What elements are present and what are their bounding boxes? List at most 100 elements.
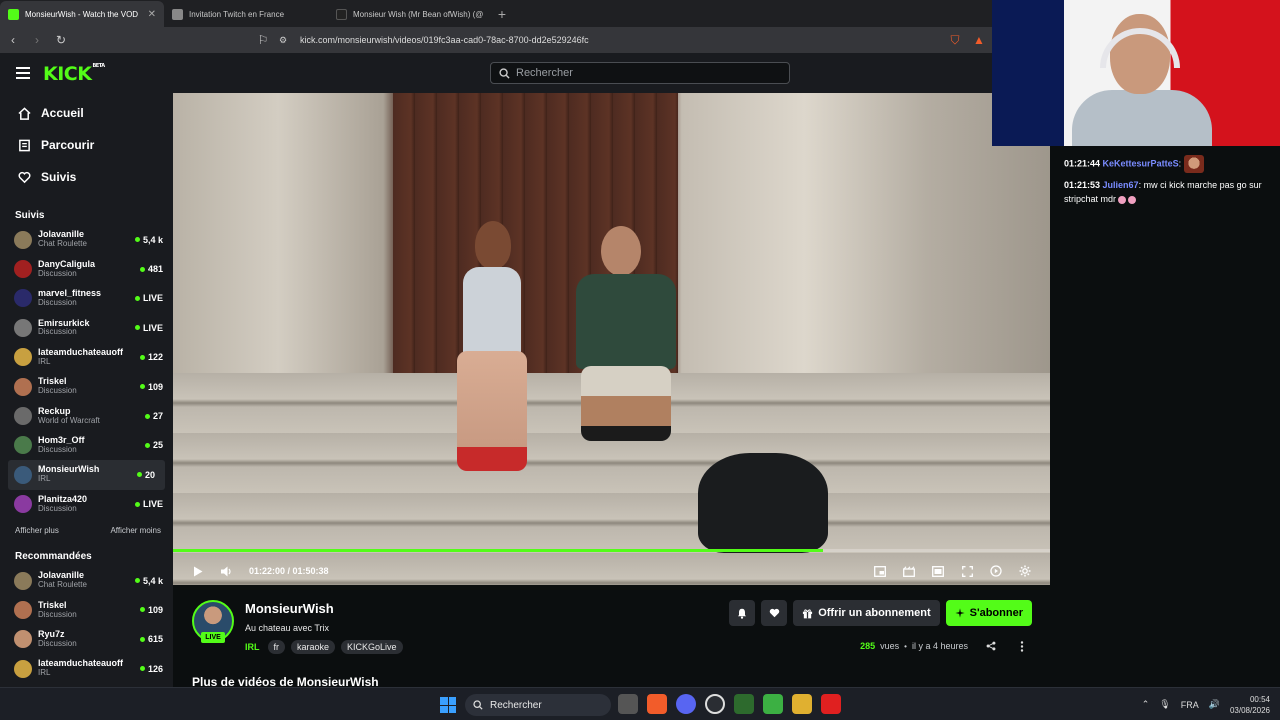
- sidebar-channel-item[interactable]: lateamduchateauoff IRL 122: [0, 343, 173, 372]
- rewards-icon[interactable]: ▲: [972, 33, 986, 47]
- channel-name: Ryu7z: [38, 630, 65, 640]
- fullscreen-icon[interactable]: [960, 564, 974, 578]
- chat-username[interactable]: Julien67: [1103, 180, 1139, 190]
- live-dot-icon: [144, 442, 150, 448]
- sidebar-channel-item[interactable]: Jolavanille Chat Roulette 5,4 k: [0, 225, 173, 254]
- kick-logo[interactable]: KICKBETA: [43, 63, 105, 85]
- screen: MonsieurWish - Watch the VOD ✕ Invitatio…: [0, 0, 1280, 720]
- windows-start-icon[interactable]: [440, 697, 456, 713]
- sidebar-channel-item[interactable]: Planitza420 Discussion LIVE: [0, 490, 173, 519]
- viewer-count: 27: [152, 411, 163, 422]
- channel-category: IRL: [38, 357, 51, 366]
- task-view-icon[interactable]: [618, 694, 638, 714]
- more-options-icon[interactable]: [1020, 641, 1024, 655]
- sidebar-channel-item[interactable]: Ryu7z Discussion 615: [0, 625, 173, 654]
- channel-name: marvel_fitness: [38, 289, 102, 299]
- settings-gear-icon[interactable]: [1018, 564, 1032, 578]
- subscribe-button[interactable]: S'abonner: [945, 600, 1032, 626]
- sidebar-channel-item[interactable]: Hom3r_Off Discussion 25: [0, 431, 173, 460]
- taskbar-search[interactable]: Rechercher: [465, 694, 611, 716]
- viewer-count: LIVE: [142, 293, 163, 304]
- tag-chip[interactable]: karaoke: [291, 640, 336, 654]
- chat-colon: :: [1138, 180, 1142, 190]
- clock[interactable]: 00:54 03/08/2026: [1230, 694, 1270, 716]
- spreadsheet-icon[interactable]: [763, 694, 783, 714]
- show-more-link[interactable]: Afficher plus: [15, 526, 59, 535]
- speaker-icon[interactable]: 🔊: [1209, 699, 1220, 710]
- theater-mode-icon[interactable]: [931, 564, 945, 578]
- volume-icon[interactable]: [219, 564, 233, 578]
- category-link[interactable]: IRL: [245, 642, 260, 652]
- sidebar-channel-item[interactable]: marvel_fitness Discussion LIVE: [0, 284, 173, 313]
- nav-item-following[interactable]: Suivis: [0, 161, 173, 193]
- seek-bar[interactable]: [173, 549, 1050, 552]
- back-icon[interactable]: ‹: [6, 33, 20, 47]
- tag-chip[interactable]: KICKGoLive: [341, 640, 403, 654]
- live-dot-icon: [144, 413, 150, 419]
- sidebar-channel-item[interactable]: Reckup World of Warcraft 27: [0, 401, 173, 430]
- search-input[interactable]: Rechercher: [490, 62, 790, 84]
- chat-username[interactable]: KeKettesurPatteS: [1103, 158, 1179, 168]
- browser-tab-kick[interactable]: MonsieurWish - Watch the VOD ✕: [0, 1, 164, 27]
- gift-label: Offrir un abonnement: [818, 607, 931, 619]
- language-indicator[interactable]: FRA: [1181, 700, 1199, 710]
- nav-item-browse[interactable]: Parcourir: [0, 129, 173, 161]
- new-tab-button[interactable]: +: [492, 1, 512, 27]
- youtube-icon[interactable]: [821, 694, 841, 714]
- brave-browser-icon[interactable]: [647, 694, 667, 714]
- layers-app-icon[interactable]: [792, 694, 812, 714]
- microphone-icon[interactable]: 🎙: [1159, 699, 1170, 710]
- site-header: KICKBETA Rechercher: [0, 53, 992, 93]
- reload-icon[interactable]: ↻: [54, 33, 68, 47]
- tab-title: Invitation Twitch en France: [189, 9, 285, 19]
- share-icon[interactable]: [986, 641, 996, 655]
- bookmark-icon[interactable]: ⚐: [256, 33, 270, 47]
- discord-icon[interactable]: [676, 694, 696, 714]
- obs-icon[interactable]: [705, 694, 725, 714]
- video-player[interactable]: 01:22:00 / 01:50:38: [173, 93, 1050, 585]
- browser-tab-twitch[interactable]: Invitation Twitch en France: [164, 1, 328, 27]
- sidebar-channel-item[interactable]: Triskel Discussion 109: [0, 595, 173, 624]
- channel-category: Chat Roulette: [38, 240, 87, 249]
- nav-item-home[interactable]: Accueil: [0, 97, 173, 129]
- menu-icon[interactable]: [16, 67, 30, 79]
- forward-icon[interactable]: ›: [30, 33, 44, 47]
- play-icon[interactable]: [191, 564, 205, 578]
- tray-overflow-icon[interactable]: ⌃: [1142, 699, 1150, 710]
- sidebar-channel-item[interactable]: Emirsurkick Discussion LIVE: [0, 313, 173, 342]
- browser-tab-bar: MonsieurWish - Watch the VOD ✕ Invitatio…: [0, 0, 992, 27]
- tab-title: Monsieur Wish (Mr Bean ofWish) (@: [353, 9, 484, 19]
- sidebar-channel-item[interactable]: lateamduchateauoff IRL 126: [0, 654, 173, 683]
- channel-category: Discussion: [38, 639, 77, 648]
- sidebar-channel-item[interactable]: Triskel Discussion 109: [0, 372, 173, 401]
- notification-button[interactable]: [729, 600, 756, 626]
- show-less-link[interactable]: Afficher moins: [110, 526, 161, 535]
- follow-button[interactable]: [761, 600, 788, 626]
- clip-icon[interactable]: [902, 564, 916, 578]
- gift-subscription-button[interactable]: Offrir un abonnement: [793, 600, 940, 626]
- close-tab-icon[interactable]: ✕: [148, 9, 156, 20]
- live-dot-icon: [134, 501, 140, 507]
- chat-colon: :: [1178, 158, 1182, 169]
- app-arrow-icon[interactable]: [734, 694, 754, 714]
- viewer-count: 109: [147, 604, 163, 615]
- viewer-count: 481: [147, 264, 163, 275]
- sparkle-icon: [955, 608, 965, 618]
- sidebar-channel-item[interactable]: MonsieurWish IRL 20: [8, 460, 165, 490]
- address-field[interactable]: ⚙ kick.com/monsieurwish/videos/019fc3aa-…: [276, 31, 926, 49]
- playback-speed-icon[interactable]: [989, 564, 1003, 578]
- browser-tab-tiktok[interactable]: Monsieur Wish (Mr Bean ofWish) (@: [328, 1, 492, 27]
- brave-shield-icon[interactable]: ⛉: [948, 33, 962, 47]
- channel-name[interactable]: MonsieurWish: [245, 601, 334, 616]
- sidebar-channel-item[interactable]: DanyCaligula Discussion 481: [0, 254, 173, 283]
- viewer-count: 5,4 k: [142, 575, 163, 586]
- sidebar-channel-item[interactable]: Jolavanille Chat Roulette 5,4 k: [0, 566, 173, 595]
- channel-name: Triskel: [38, 377, 67, 387]
- site-info-icon[interactable]: ⚙: [276, 33, 290, 47]
- channel-category: IRL: [38, 475, 51, 484]
- channel-category: Discussion: [38, 328, 77, 337]
- channel-avatar: [14, 571, 32, 590]
- live-dot-icon: [139, 666, 145, 672]
- miniplayer-icon[interactable]: [873, 564, 887, 578]
- tag-chip[interactable]: fr: [267, 640, 285, 654]
